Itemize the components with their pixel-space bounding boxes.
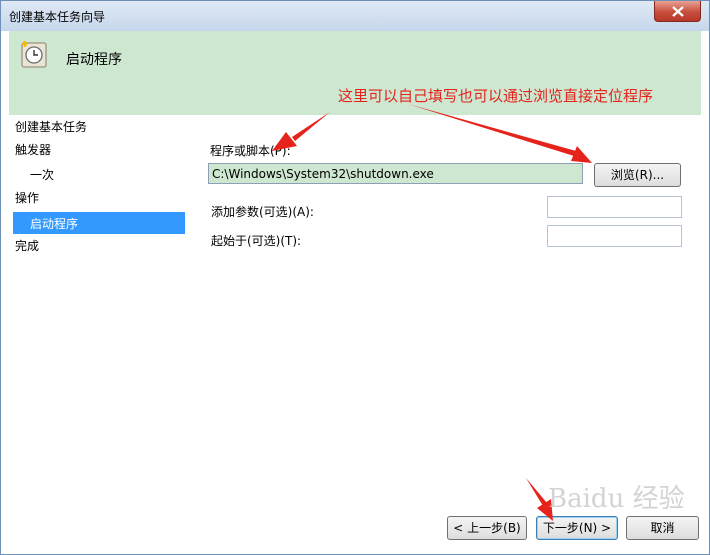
step-create-basic-task: 创建基本任务 — [15, 120, 88, 134]
start-in-input[interactable] — [547, 225, 682, 247]
back-button[interactable]: < 上一步(B) — [447, 516, 527, 540]
args-input[interactable] — [547, 196, 682, 218]
window-title: 创建基本任务向导 — [9, 10, 106, 24]
annotation-text: 这里可以自己填写也可以通过浏览直接定位程序 — [338, 87, 654, 105]
cancel-button[interactable]: 取消 — [626, 516, 699, 540]
clock-task-icon — [21, 40, 47, 68]
step-once: 一次 — [30, 168, 55, 182]
step-action: 操作 — [15, 191, 40, 205]
program-label: 程序或脚本(P): — [210, 144, 291, 158]
step-trigger: 触发器 — [15, 143, 52, 157]
page-title: 启动程序 — [66, 52, 122, 68]
task-wizard-window: 创建基本任务向导 启动程序 创建基本任务 触发器 一次 操作 启动程序 完成 程… — [0, 0, 710, 555]
title-bar: 创建基本任务向导 — [1, 1, 709, 31]
baidu-watermark: Baidu 经验 — [548, 484, 685, 514]
program-path-input[interactable]: C:\Windows\System32\shutdown.exe — [208, 163, 583, 184]
step-finish: 完成 — [15, 239, 40, 253]
step-start-program-label: 启动程序 — [30, 217, 79, 231]
args-label: 添加参数(可选)(A): — [211, 205, 314, 219]
close-button[interactable] — [654, 1, 701, 22]
next-button[interactable]: 下一步(N) > — [536, 516, 618, 540]
step-start-program[interactable]: 启动程序 — [13, 212, 185, 234]
start-in-label: 起始于(可选)(T): — [211, 234, 302, 248]
close-icon — [671, 5, 684, 17]
browse-button[interactable]: 浏览(R)... — [594, 163, 681, 187]
wizard-steps: 创建基本任务 触发器 一次 操作 启动程序 完成 — [9, 115, 189, 535]
